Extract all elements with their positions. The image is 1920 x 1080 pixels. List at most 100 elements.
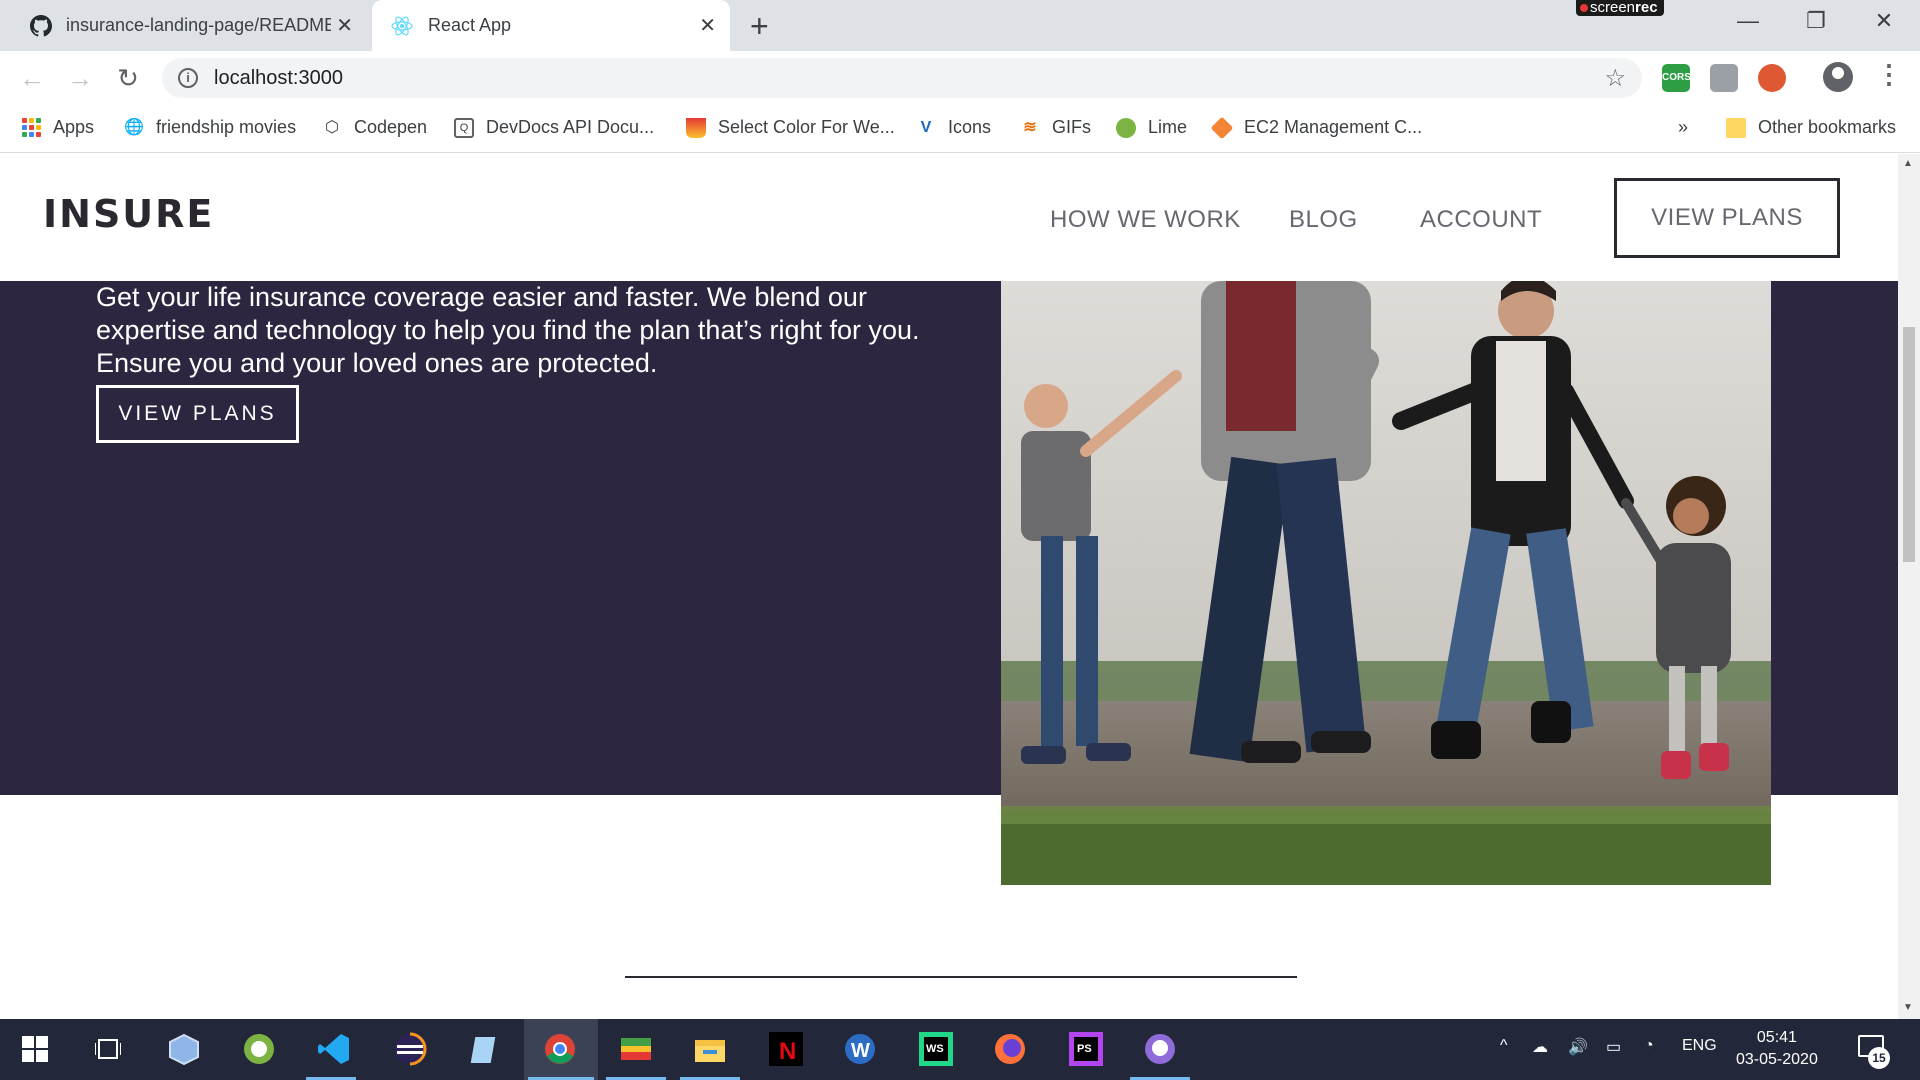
- tray-chevron-icon[interactable]: ^: [1500, 1037, 1508, 1055]
- reload-button[interactable]: ↻: [110, 63, 146, 94]
- onedrive-icon[interactable]: ☁: [1532, 1037, 1548, 1057]
- cors-extension-icon[interactable]: CORS: [1662, 64, 1691, 92]
- apps-grid-icon: [22, 118, 41, 137]
- vuetify-icon: V: [920, 118, 932, 136]
- eclipse-icon[interactable]: [390, 1029, 430, 1069]
- duckduckgo-extension-icon[interactable]: [1758, 64, 1786, 92]
- bookmarks-bar: Apps 🌐 friendship movies ⬡ Codepen Q Dev…: [0, 105, 1920, 153]
- bookmark-label: Apps: [53, 117, 95, 137]
- nav-blog[interactable]: BLOG: [1289, 206, 1358, 234]
- github-desktop-icon[interactable]: [1140, 1029, 1180, 1069]
- restore-button[interactable]: ❐: [1796, 8, 1836, 34]
- window-close-button[interactable]: ✕: [1864, 8, 1904, 34]
- vscode-icon[interactable]: [314, 1029, 354, 1069]
- site-info-icon[interactable]: i: [178, 68, 198, 88]
- volume-icon[interactable]: 🔊: [1568, 1037, 1588, 1057]
- bookmark-label: Select Color For We...: [718, 117, 895, 137]
- battery-icon[interactable]: ▭: [1606, 1037, 1621, 1057]
- cube-extension-icon[interactable]: [1710, 64, 1738, 92]
- nav-how-we-work[interactable]: HOW WE WORK: [1050, 206, 1241, 234]
- start-icon[interactable]: [15, 1029, 55, 1069]
- wps-writer-icon[interactable]: W: [840, 1029, 880, 1069]
- notepad-icon[interactable]: [466, 1029, 506, 1069]
- task-view-icon[interactable]: [88, 1029, 128, 1069]
- bookmark-other[interactable]: Other bookmarks: [1726, 117, 1896, 138]
- github-icon: [30, 14, 52, 36]
- browser-menu-icon[interactable]: ⋮: [1876, 59, 1902, 90]
- nav-view-plans-button[interactable]: VIEW PLANS: [1614, 178, 1840, 258]
- bookmark-label: Codepen: [354, 117, 428, 137]
- new-tab-button[interactable]: +: [750, 8, 769, 45]
- bookmark-devdocs[interactable]: Q DevDocs API Docu...: [454, 117, 654, 138]
- scroll-down-icon[interactable]: ▼: [1903, 1002, 1913, 1013]
- firefox-icon[interactable]: [990, 1029, 1030, 1069]
- browser-tab-strip: insurance-landing-page/README.md ✕ React…: [0, 0, 1920, 51]
- svg-text:N: N: [779, 1038, 796, 1065]
- close-tab-icon[interactable]: ✕: [699, 13, 716, 38]
- color-cup-icon: [686, 117, 706, 138]
- site-header: INSURE HOW WE WORK BLOG ACCOUNT VIEW PLA…: [0, 154, 1898, 281]
- wifi-icon[interactable]: ◔: [1644, 1037, 1654, 1055]
- android-studio-icon[interactable]: [239, 1029, 279, 1069]
- back-button[interactable]: ←: [14, 63, 50, 94]
- tab-title: insurance-landing-page/README.md: [66, 15, 331, 35]
- codepen-icon: ⬡: [325, 118, 339, 136]
- url-text[interactable]: localhost:3000: [214, 67, 343, 90]
- browser-toolbar: ← → ↻ i localhost:3000 ☆ CORS ⋮: [0, 51, 1920, 105]
- clock-date: 03-05-2020: [1736, 1051, 1818, 1068]
- page-viewport: INSURE HOW WE WORK BLOG ACCOUNT VIEW PLA…: [0, 154, 1898, 1019]
- bookmarks-overflow-button[interactable]: »: [1678, 117, 1688, 138]
- bookmark-label: Lime: [1148, 117, 1188, 137]
- language-indicator[interactable]: ENG: [1682, 1037, 1717, 1055]
- hero-view-plans-button[interactable]: VIEW PLANS: [96, 385, 299, 443]
- folder-icon: [1726, 117, 1746, 138]
- react-icon: [391, 16, 413, 35]
- tab-title: React App: [428, 15, 512, 35]
- bookmark-label: EC2 Management C...: [1244, 117, 1423, 137]
- bookmark-codepen[interactable]: ⬡ Codepen: [322, 117, 427, 138]
- bookmark-lime[interactable]: Lime: [1116, 117, 1187, 138]
- virtualbox-icon[interactable]: [164, 1029, 204, 1069]
- section-divider: [625, 976, 1297, 978]
- windows-taskbar: N W WS PS ^ ☁ 🔊 ▭ ◔ ENG 05:41 03-05-2020…: [0, 1019, 1920, 1080]
- site-logo[interactable]: INSURE: [43, 192, 214, 236]
- family-photo: [1001, 281, 1771, 885]
- family-illustration: [1001, 281, 1771, 885]
- notification-count-badge: 15: [1868, 1047, 1890, 1069]
- screenrec-badge: screenrec: [1576, 0, 1664, 16]
- profile-avatar-icon[interactable]: [1823, 62, 1853, 92]
- page-scrollbar[interactable]: ▲ ▼: [1898, 154, 1920, 1019]
- webstorm-icon[interactable]: WS: [916, 1029, 956, 1069]
- hero-description: Get your life insurance coverage easier …: [96, 282, 920, 378]
- phpstorm-icon[interactable]: PS: [1066, 1029, 1106, 1069]
- address-bar[interactable]: i localhost:3000 ☆: [162, 58, 1642, 98]
- bookmark-icons[interactable]: V Icons: [916, 117, 991, 138]
- minimize-button[interactable]: —: [1728, 8, 1768, 34]
- gifs-icon: ≋: [1023, 118, 1037, 136]
- bluestacks-icon[interactable]: [616, 1029, 656, 1069]
- nav-account[interactable]: ACCOUNT: [1420, 206, 1542, 234]
- svg-text:WS: WS: [926, 1043, 944, 1055]
- forward-button[interactable]: →: [62, 63, 98, 94]
- bookmark-apps[interactable]: Apps: [22, 117, 94, 138]
- netflix-icon[interactable]: N: [766, 1029, 806, 1069]
- svg-text:PS: PS: [1077, 1043, 1092, 1055]
- scroll-up-icon[interactable]: ▲: [1903, 158, 1913, 169]
- svg-text:W: W: [851, 1040, 870, 1062]
- bookmark-ec2[interactable]: EC2 Management C...: [1210, 116, 1423, 139]
- bookmark-label: GIFs: [1052, 117, 1091, 137]
- bookmark-friendship-movies[interactable]: 🌐 friendship movies: [124, 117, 296, 138]
- bookmark-select-color[interactable]: Select Color For We...: [686, 117, 895, 138]
- scroll-thumb[interactable]: [1903, 327, 1915, 562]
- file-explorer-icon[interactable]: [690, 1029, 730, 1069]
- bookmark-gifs[interactable]: ≋ GIFs: [1020, 117, 1091, 138]
- bookmark-label: Other bookmarks: [1758, 117, 1897, 137]
- globe-icon: 🌐: [124, 118, 144, 136]
- close-tab-icon[interactable]: ✕: [336, 13, 353, 38]
- bookmark-label: Icons: [948, 117, 992, 137]
- chrome-icon[interactable]: [540, 1029, 580, 1069]
- tab-github-readme[interactable]: insurance-landing-page/README.md ✕: [12, 0, 367, 51]
- system-clock[interactable]: 05:41 03-05-2020: [1736, 1027, 1818, 1071]
- bookmark-star-icon[interactable]: ☆: [1604, 64, 1626, 93]
- tab-react-app[interactable]: React App ✕: [372, 0, 730, 51]
